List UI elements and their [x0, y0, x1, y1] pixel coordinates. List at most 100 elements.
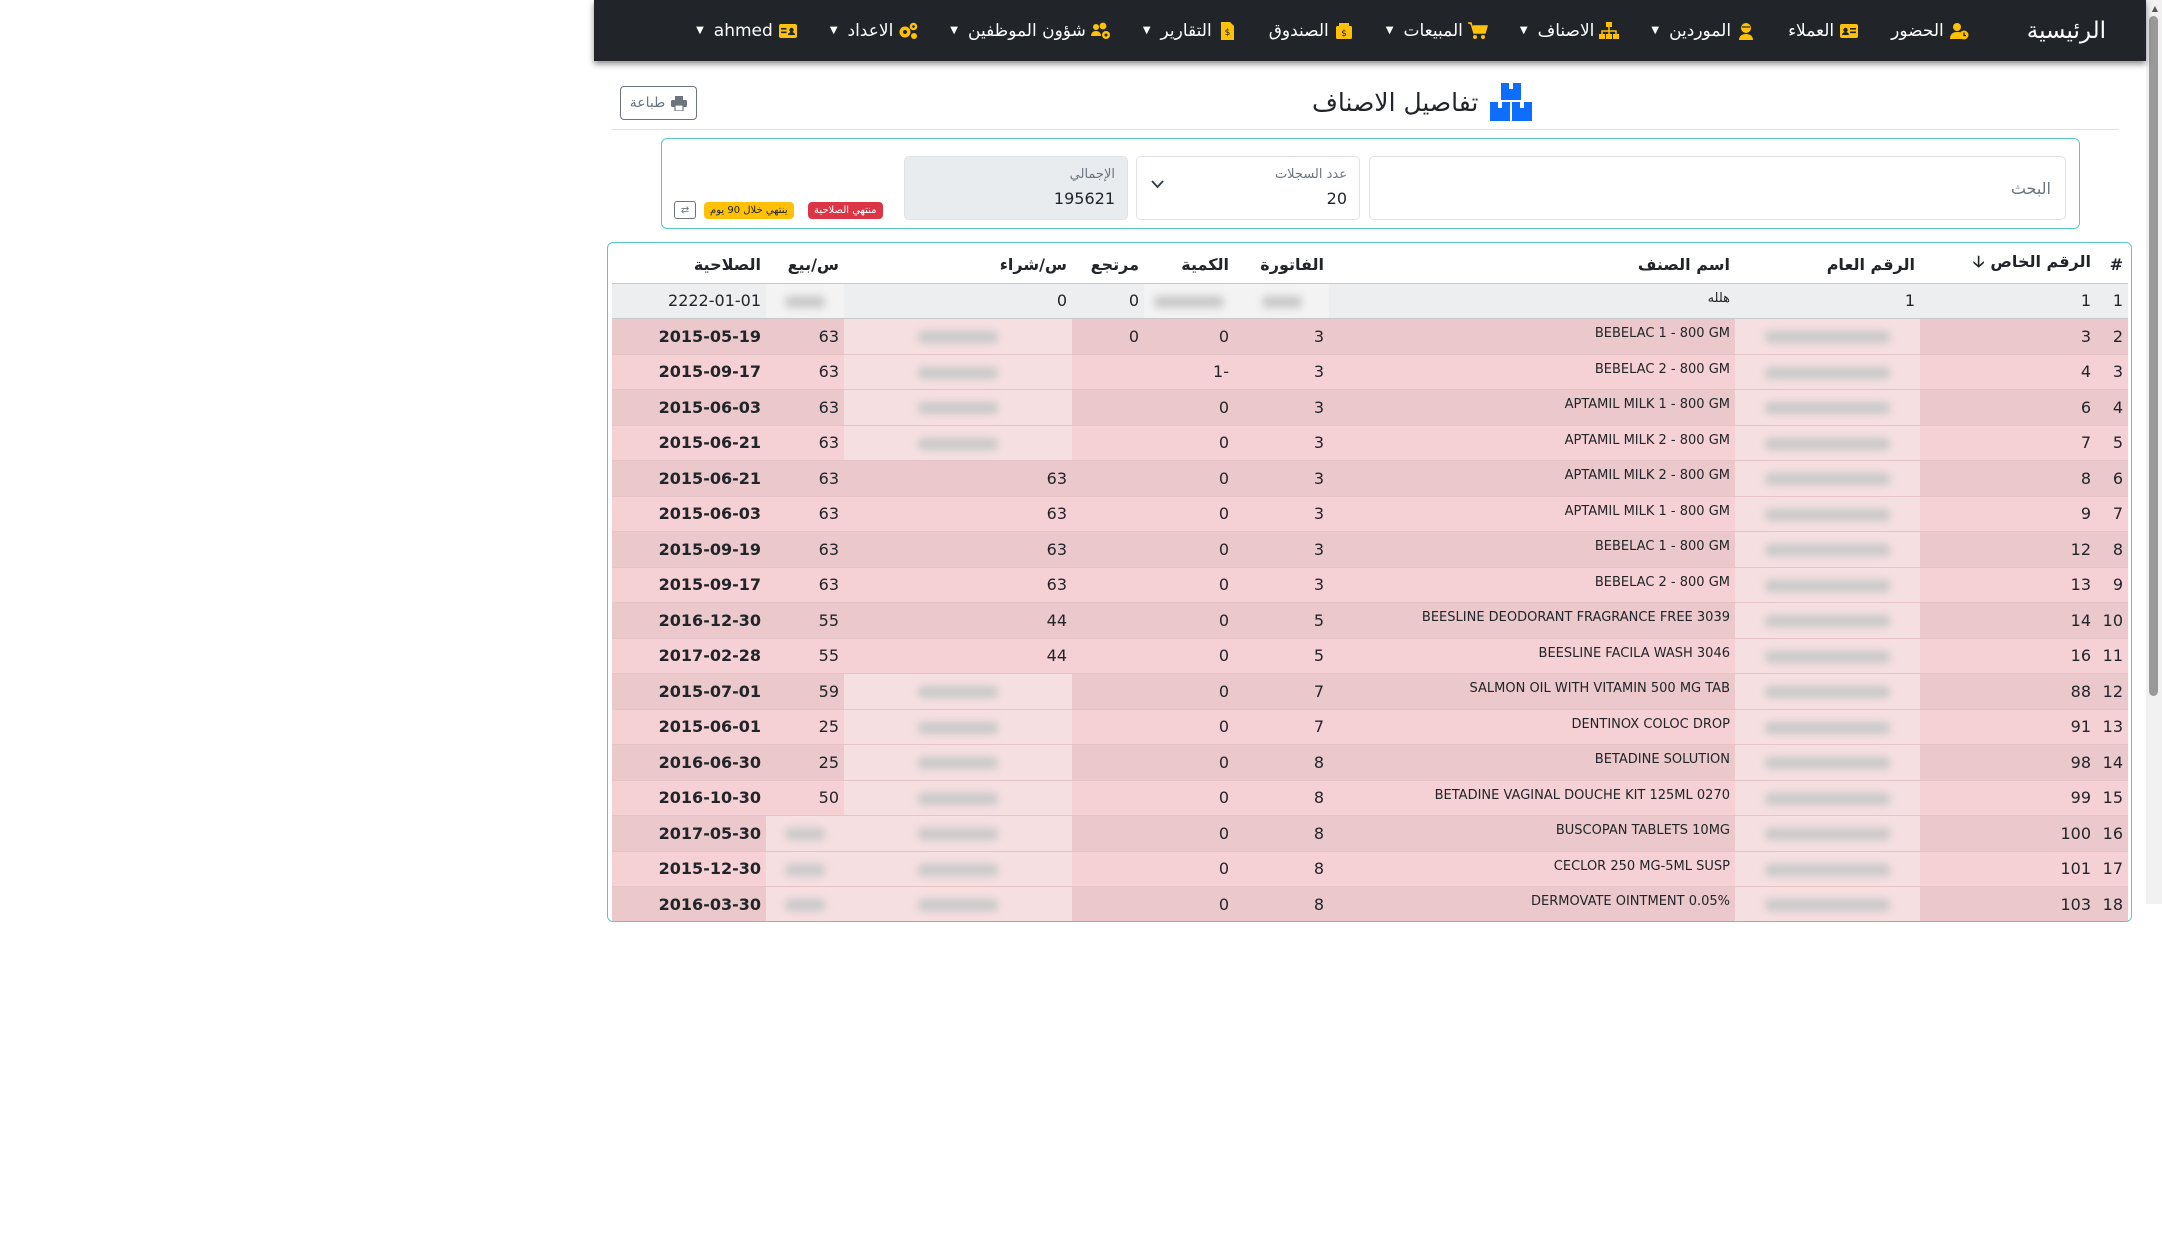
cell-buy: [844, 389, 1072, 426]
table-row[interactable]: 3 4 BEBELAC 2 - 800 GM 3 -1 63 2015-09-17: [612, 354, 2128, 390]
cell-general: [1735, 602, 1920, 639]
cell-name: APTAMIL MILK 2 - 800 GM: [1329, 460, 1735, 497]
cell-qty: 0: [1144, 780, 1234, 816]
cell-name: BETADINE VAGINAL DOUCHE KIT 125ML 0270: [1329, 780, 1735, 816]
nav-item-sales[interactable]: المبيعات ▼: [1386, 21, 1488, 41]
nav-item-customers[interactable]: العملاء: [1788, 21, 1859, 41]
cell-invoice: 3: [1234, 354, 1329, 390]
records-count-select[interactable]: عدد السجلات 20: [1136, 156, 1360, 220]
table-row[interactable]: 17 101 CECLOR 250 MG-5ML SUSP 8 0 2015-12-30: [612, 851, 2128, 887]
search-input[interactable]: البحث: [1369, 156, 2066, 220]
cell-code: 99: [1920, 780, 2096, 816]
cell-buy: 63: [844, 531, 1072, 568]
swap-arrows-icon[interactable]: ⇄: [674, 201, 696, 219]
cell-buy: [844, 673, 1072, 710]
header-col-sell-price[interactable]: س/بيع: [766, 247, 844, 284]
nav-item-cashbox[interactable]: $ الصندوق: [1269, 21, 1354, 41]
cell-ret: [1072, 567, 1144, 603]
header-col-expiry[interactable]: الصلاحية: [612, 247, 766, 284]
sort-desc-arrow-icon[interactable]: 🡣: [1973, 252, 1985, 271]
table-row[interactable]: 2 3 BEBELAC 1 - 800 GM 3 0 0 63 2015-05-19: [612, 318, 2128, 355]
header-col-returned[interactable]: مرتجع: [1072, 247, 1144, 284]
cell-buy: [844, 815, 1072, 852]
cell-sell: [766, 283, 844, 319]
table-row[interactable]: 4 6 APTAMIL MILK 1 - 800 GM 3 0 63 2015-06-03: [612, 389, 2128, 426]
nav-item-user[interactable]: ahmed ▼: [696, 21, 798, 41]
cell-general: [1735, 389, 1920, 426]
table-row[interactable]: 15 99 BETADINE VAGINAL DOUCHE KIT 125ML 02…: [612, 780, 2128, 816]
redacted-value: [785, 828, 825, 841]
cell-general: [1735, 567, 1920, 603]
nav-brand[interactable]: الرئيسية: [2027, 18, 2106, 44]
header-col-private-code[interactable]: الرقم الخاص🡣: [1920, 247, 2096, 284]
scroll-up-arrow-icon[interactable]: ▲: [2152, 4, 2158, 13]
table-row[interactable]: 12 88 SALMON OIL WITH VITAMIN 500 MG TAB 7 0…: [612, 673, 2128, 710]
cell-n: 4: [2096, 389, 2128, 426]
table-row[interactable]: 18 103 DERMOVATE OINTMENT 0.05% 8 0 2016-03-3…: [612, 886, 2128, 921]
header-col-invoice[interactable]: الفاتورة: [1234, 247, 1329, 284]
nav-item-settings[interactable]: الاعداد ▼: [830, 21, 918, 41]
invoice-icon: $: [1220, 21, 1234, 40]
cell-invoice: 3: [1234, 496, 1329, 532]
cell-ret: 0: [1072, 318, 1144, 355]
cell-buy: [844, 354, 1072, 390]
header-col-general-code[interactable]: الرقم العام: [1735, 247, 1920, 284]
cell-invoice: 3: [1234, 531, 1329, 568]
nav-item-hr[interactable]: شؤون الموظفين ▼: [950, 21, 1111, 41]
cell-buy: [844, 318, 1072, 355]
table-row[interactable]: 10 14 BEESLINE DEODORANT FRAGRANCE FREE 30…: [612, 602, 2128, 639]
page-scrollbar[interactable]: ▲: [2146, 0, 2162, 904]
table-row[interactable]: 6 8 APTAMIL MILK 2 - 800 GM 3 0 63 63 2015-06-2…: [612, 460, 2128, 497]
cell-sell: [766, 886, 844, 921]
cell-sell: [766, 851, 844, 887]
table-row[interactable]: 1 1 1 هلله 0 0 2222-01-01: [612, 283, 2128, 319]
cell-buy: [844, 744, 1072, 781]
cell-code: 101: [1920, 851, 2096, 887]
expired-badge[interactable]: منتهي الصلاحية: [808, 202, 883, 219]
table-row[interactable]: 14 98 BETADINE SOLUTION 8 0 25 2016-06-30: [612, 744, 2128, 781]
cell-ret: [1072, 780, 1144, 816]
table-row[interactable]: 7 9 APTAMIL MILK 1 - 800 GM 3 0 63 63 2015-06-0…: [612, 496, 2128, 532]
table-row[interactable]: 11 16 BEESLINE FACILA WASH 3046 5 0 44 55 2017-…: [612, 638, 2128, 674]
expiring-soon-badge[interactable]: ينتهي خلال 90 يوم: [704, 202, 794, 219]
redacted-value: [1765, 331, 1890, 344]
cell-n: 1: [2096, 283, 2128, 319]
table-row[interactable]: 8 12 BEBELAC 1 - 800 GM 3 0 63 63 2015-09-19: [612, 531, 2128, 568]
cell-exp: 2015-07-01: [612, 673, 766, 710]
cell-exp: 2015-06-01: [612, 709, 766, 745]
svg-text:$: $: [1341, 29, 1347, 39]
cell-buy: 63: [844, 567, 1072, 603]
chevron-down-icon: ▼: [1385, 25, 1394, 36]
header-col-index[interactable]: #: [2096, 247, 2128, 284]
cell-name: BEBELAC 2 - 800 GM: [1329, 567, 1735, 603]
cell-general: [1735, 425, 1920, 461]
nav-item-label: الصندوق: [1268, 20, 1329, 41]
table-row[interactable]: 5 7 APTAMIL MILK 2 - 800 GM 3 0 63 2015-06-21: [612, 425, 2128, 461]
chevron-down-icon: ▼: [1651, 25, 1660, 36]
nav-item-suppliers[interactable]: الموردين ▼: [1651, 21, 1756, 41]
redacted-value: [1765, 544, 1890, 557]
cell-invoice: 8: [1234, 744, 1329, 781]
header-col-item-name[interactable]: اسم الصنف: [1329, 247, 1735, 284]
table-row[interactable]: 13 91 DENTINOX COLOC DROP 7 0 25 2015-06-01: [612, 709, 2128, 745]
table-row[interactable]: 16 100 BUSCOPAN TABLETS 10MG 8 0 2017-05-30: [612, 815, 2128, 852]
redacted-value: [918, 721, 998, 734]
cell-n: 2: [2096, 318, 2128, 355]
cell-exp: 2016-12-30: [612, 602, 766, 639]
chevron-down-icon: ▼: [1142, 25, 1151, 36]
redacted-value: [1765, 366, 1890, 379]
print-button[interactable]: طباعة: [620, 86, 697, 120]
cell-name: BEESLINE FACILA WASH 3046: [1329, 638, 1735, 674]
nav-item-attendance[interactable]: الحضور: [1891, 21, 1969, 41]
cell-exp: 2015-06-03: [612, 496, 766, 532]
redacted-value: [1261, 295, 1302, 308]
scroll-thumb[interactable]: [2149, 16, 2158, 696]
redacted-value: [1765, 792, 1890, 805]
chevron-down-icon: ▼: [1519, 25, 1528, 36]
table-row[interactable]: 9 13 BEBELAC 2 - 800 GM 3 0 63 63 2015-09-17: [612, 567, 2128, 603]
header-col-quantity[interactable]: الكمية: [1144, 247, 1234, 284]
header-col-buy-price[interactable]: س/شراء: [844, 247, 1072, 284]
nav-item-categories[interactable]: الاصناف ▼: [1520, 21, 1620, 41]
cell-ret: [1072, 851, 1144, 887]
nav-item-reports[interactable]: $ التقارير ▼: [1143, 21, 1237, 41]
